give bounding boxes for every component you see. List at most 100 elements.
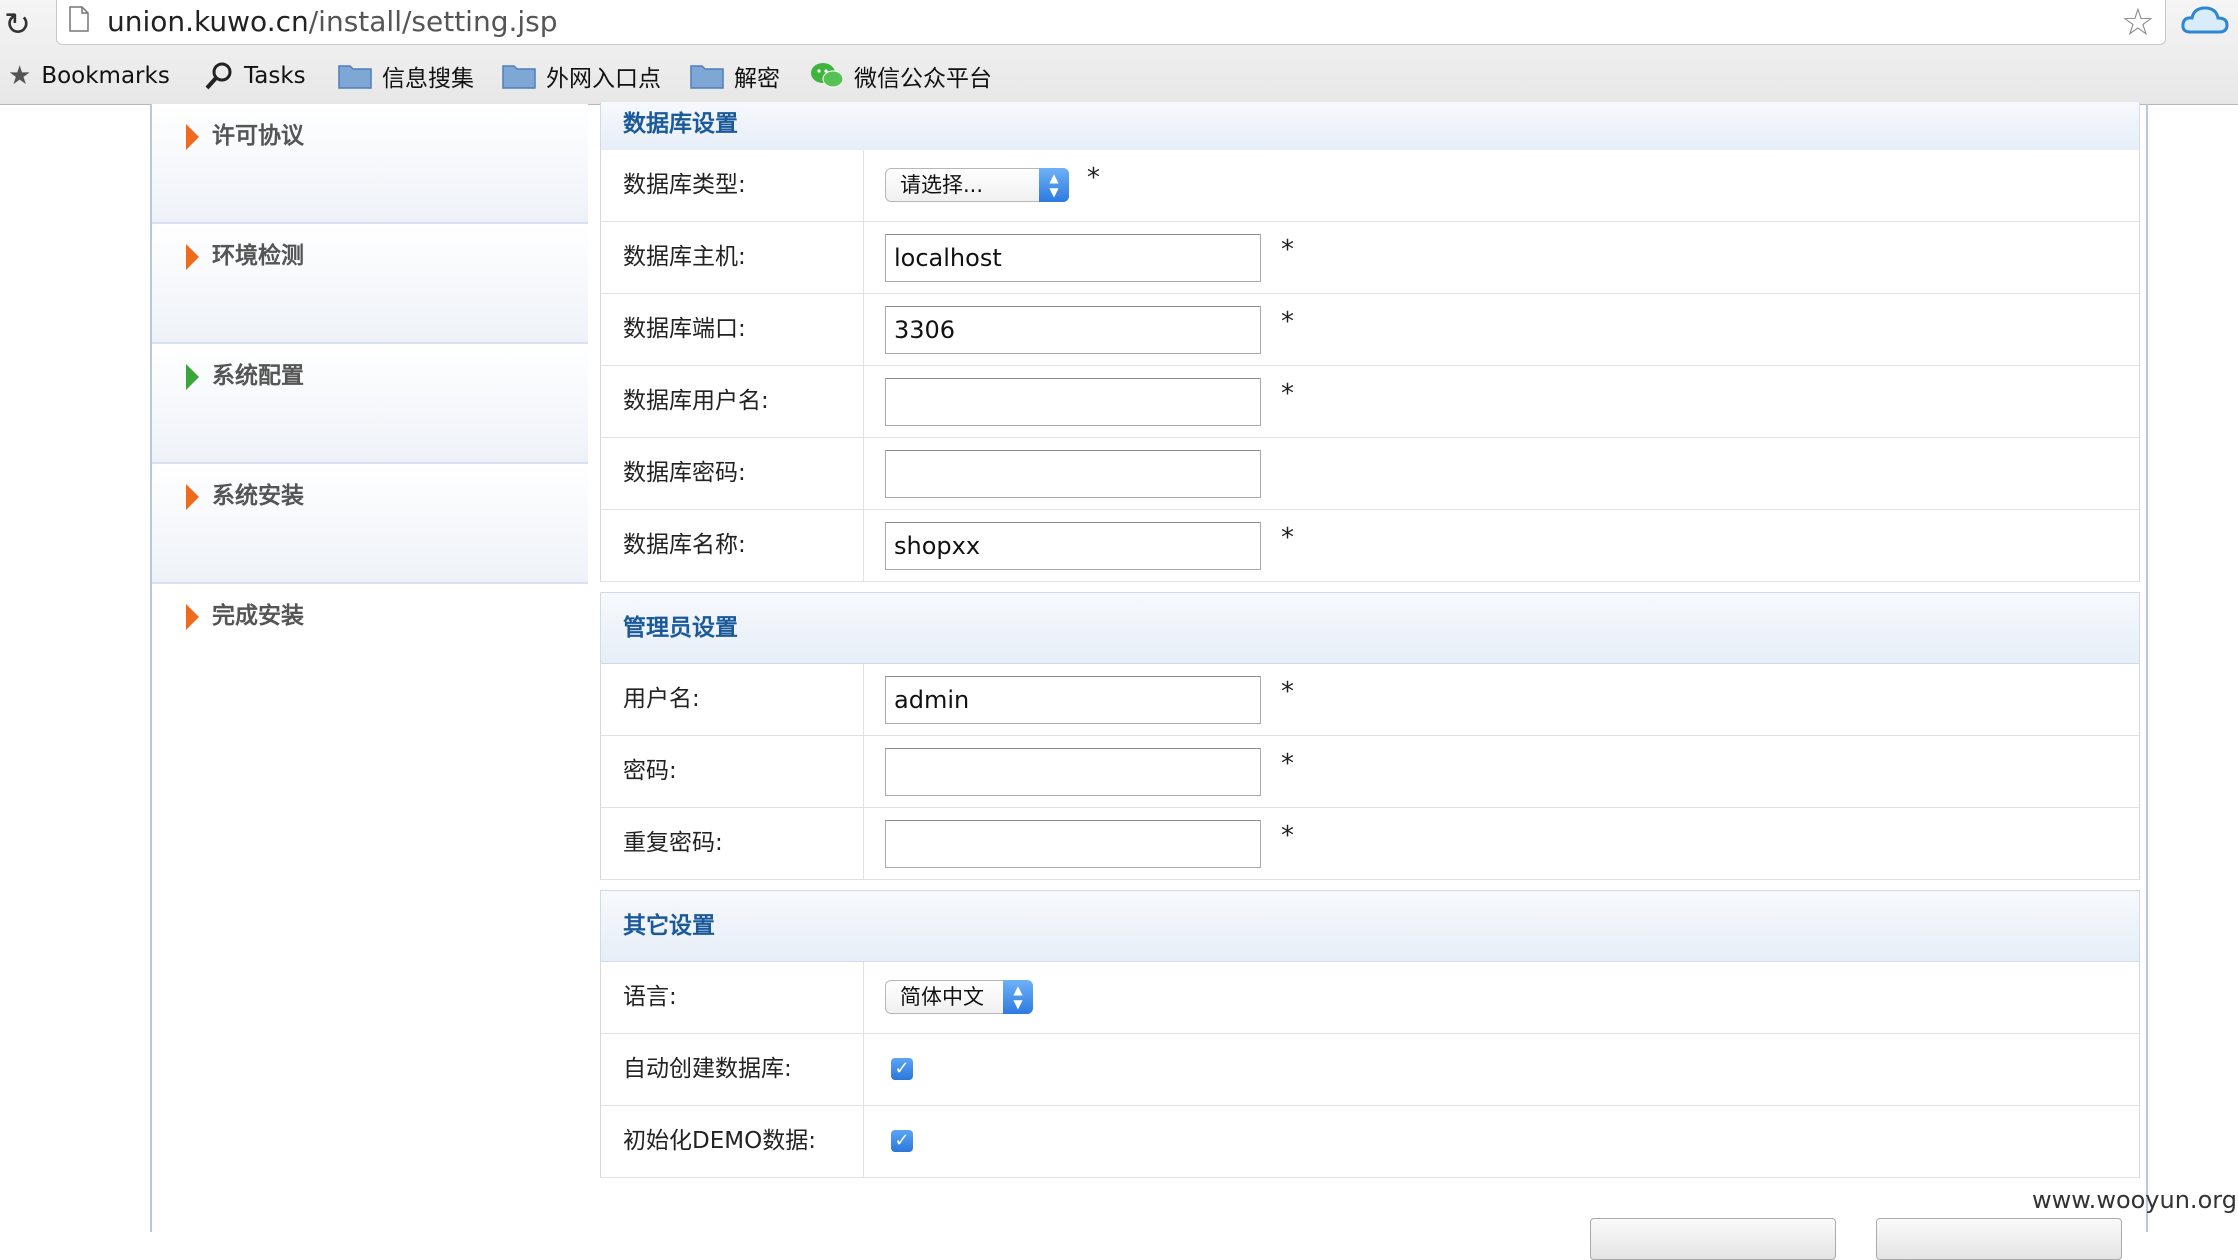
step-label: 系统安装 <box>212 483 304 509</box>
page-icon <box>69 6 89 32</box>
required-mark: * <box>1281 677 1294 707</box>
field-label: 语言: <box>623 984 677 1010</box>
required-mark: * <box>1281 749 1294 779</box>
db-name-input[interactable] <box>885 522 1261 570</box>
section-title: 数据库设置 <box>623 111 738 137</box>
step-license[interactable]: 许可协议 <box>152 104 588 224</box>
watermark: www.wooyun.org <box>2032 1186 2237 1214</box>
init-demo-checkbox[interactable]: ✓ <box>891 1130 913 1152</box>
arrow-icon <box>186 604 199 630</box>
address-bar[interactable]: union.kuwo.cn/install/setting.jsp ☆ <box>56 0 2166 45</box>
field-label: 密码: <box>623 758 677 784</box>
init-demo-row: 初始化DEMO数据: ✓ <box>600 1106 2140 1178</box>
step-finish[interactable]: 完成安装 <box>152 584 588 702</box>
bookmark-wechat[interactable]: 微信公众平台 <box>810 56 992 96</box>
step-system-install[interactable]: 系统安装 <box>152 464 588 584</box>
field-label: 初始化DEMO数据: <box>623 1128 816 1154</box>
field-label: 重复密码: <box>623 830 723 856</box>
required-mark: * <box>1281 523 1294 553</box>
url-host: union.kuwo.cn <box>107 5 309 38</box>
db-password-input[interactable] <box>885 450 1261 498</box>
bookmark-folder[interactable]: 外网入口点 <box>502 56 661 96</box>
admin-password-row: 密码: * <box>600 736 2140 808</box>
browser-chrome: ↻ union.kuwo.cn/install/setting.jsp ☆ ★ … <box>0 0 2238 105</box>
db-name-row: 数据库名称: * <box>600 510 2140 582</box>
admin-repeat-password-row: 重复密码: * <box>600 808 2140 880</box>
chevron-updown-icon: ▲ ▼ <box>1003 980 1033 1014</box>
bookmark-folder[interactable]: 信息搜集 <box>338 56 474 96</box>
content-border-right <box>2146 104 2148 1232</box>
database-section-header: 数据库设置 <box>600 102 2140 151</box>
arrow-icon <box>186 484 199 510</box>
step-label: 许可协议 <box>212 123 304 149</box>
bookmark-label: Tasks <box>244 63 306 89</box>
section-title: 管理员设置 <box>623 615 738 641</box>
bookmark-label: 微信公众平台 <box>854 66 992 92</box>
db-user-row: 数据库用户名: * <box>600 366 2140 438</box>
step-system-config[interactable]: 系统配置 <box>152 344 588 464</box>
field-label: 数据库类型: <box>623 172 746 198</box>
other-section-header: 其它设置 <box>600 890 2140 962</box>
url-text[interactable]: union.kuwo.cn/install/setting.jsp <box>107 4 558 40</box>
auto-create-db-row: 自动创建数据库: ✓ <box>600 1034 2140 1106</box>
required-mark: * <box>1087 163 1100 193</box>
step-label: 系统配置 <box>212 363 304 389</box>
required-mark: * <box>1281 235 1294 265</box>
wechat-icon <box>811 63 844 88</box>
field-label: 数据库主机: <box>623 244 746 270</box>
arrow-icon <box>186 124 199 150</box>
arrow-icon <box>186 364 199 390</box>
url-path: /install/setting.jsp <box>308 5 558 38</box>
arrow-icon <box>186 244 199 270</box>
admin-repeat-password-input[interactable] <box>885 820 1261 868</box>
admin-username-row: 用户名: * <box>600 664 2140 736</box>
field-label: 数据库名称: <box>623 532 746 558</box>
db-username-input[interactable] <box>885 378 1261 426</box>
star-icon: ★ <box>8 61 32 91</box>
chevron-updown-icon: ▲ ▼ <box>1039 168 1069 202</box>
bookmark-folder[interactable]: 解密 <box>690 56 780 96</box>
step-label: 完成安装 <box>212 603 304 629</box>
admin-username-input[interactable] <box>885 676 1261 724</box>
next-button[interactable] <box>1876 1218 2122 1260</box>
folder-icon <box>338 65 372 89</box>
bookmarks-menu[interactable]: ★ Bookmarks <box>8 56 170 96</box>
field-label: 数据库密码: <box>623 460 746 486</box>
field-label: 用户名: <box>623 686 700 712</box>
folder-icon <box>502 65 536 89</box>
select-value: 请选择... <box>900 173 984 197</box>
bookmark-label: Bookmarks <box>41 63 170 89</box>
admin-password-input[interactable] <box>885 748 1261 796</box>
db-port-row: 数据库端口: * <box>600 294 2140 366</box>
bookmarks-bar: ★ Bookmarks Tasks 信息搜集 外网入口点 解密 微信公众平台 <box>0 56 2238 96</box>
required-mark: * <box>1281 379 1294 409</box>
db-type-select[interactable]: 请选择... ▲ ▼ <box>885 168 1069 202</box>
install-steps-sidebar: 许可协议 环境检测 系统配置 系统安装 完成安装 <box>152 104 588 1232</box>
bookmark-star-icon[interactable]: ☆ <box>2121 2 2155 42</box>
bookmark-label: 外网入口点 <box>546 66 661 92</box>
field-label: 数据库用户名: <box>623 388 769 414</box>
language-row: 语言: 简体中文 ▲ ▼ <box>600 962 2140 1034</box>
step-env-check[interactable]: 环境检测 <box>152 224 588 344</box>
required-mark: * <box>1281 307 1294 337</box>
auto-create-db-checkbox[interactable]: ✓ <box>891 1058 913 1080</box>
section-title: 其它设置 <box>623 913 715 939</box>
db-type-row: 数据库类型: 请选择... ▲ ▼ * <box>600 150 2140 222</box>
field-label: 自动创建数据库: <box>623 1056 792 1082</box>
folder-icon <box>690 65 724 89</box>
field-label: 数据库端口: <box>623 316 746 342</box>
previous-button[interactable] <box>1590 1218 1836 1260</box>
cloud-icon[interactable] <box>2180 2 2230 38</box>
magnifier-icon <box>205 62 232 90</box>
select-value: 简体中文 <box>900 985 984 1009</box>
admin-section-header: 管理员设置 <box>600 592 2140 664</box>
reload-icon[interactable]: ↻ <box>4 6 40 42</box>
bookmark-tasks[interactable]: Tasks <box>204 56 306 96</box>
bookmark-label: 信息搜集 <box>382 66 474 92</box>
bookmark-label: 解密 <box>734 66 780 92</box>
db-host-input[interactable] <box>885 234 1261 282</box>
db-port-input[interactable] <box>885 306 1261 354</box>
db-host-row: 数据库主机: * <box>600 222 2140 294</box>
language-select[interactable]: 简体中文 ▲ ▼ <box>885 980 1033 1014</box>
db-password-row: 数据库密码: <box>600 438 2140 510</box>
